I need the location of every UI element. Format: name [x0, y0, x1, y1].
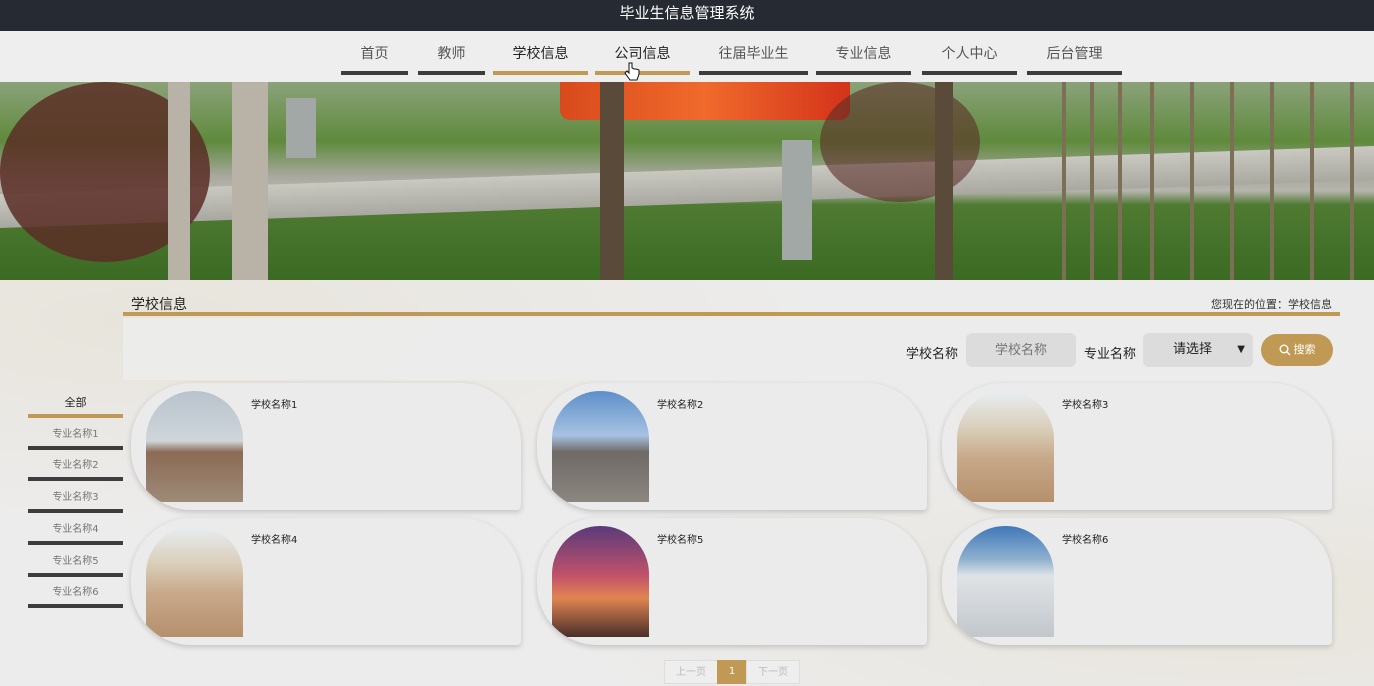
site-title: 毕业生信息管理系统 [619, 4, 755, 22]
nav-admin[interactable]: 后台管理 [1027, 31, 1122, 75]
search-button[interactable]: 搜索 [1261, 334, 1333, 366]
banner-trunk-4 [935, 82, 953, 280]
school-photo[interactable] [146, 526, 243, 637]
hero-banner [0, 82, 1374, 280]
banner-trunk-1 [168, 82, 190, 280]
school-name: 学校名称3 [1062, 400, 1109, 411]
school-photo[interactable] [957, 391, 1054, 502]
nav-major-info[interactable]: 专业信息 [816, 31, 911, 75]
hand-cursor-icon [624, 62, 640, 81]
banner-tree-right [820, 82, 980, 202]
banner-trunk-3 [600, 82, 624, 280]
school-card[interactable]: 学校名称4 [131, 518, 521, 645]
school-name: 学校名称5 [657, 535, 704, 546]
school-name: 学校名称1 [251, 400, 298, 411]
school-name: 学校名称4 [251, 535, 298, 546]
page-number-current[interactable]: 1 [717, 660, 747, 684]
school-card[interactable]: 学校名称2 [537, 383, 927, 510]
major-name-label: 专业名称 [1084, 347, 1137, 362]
nav-teacher[interactable]: 教师 [418, 31, 485, 75]
nav-past-graduates[interactable]: 往届毕业生 [699, 31, 808, 75]
school-name: 学校名称2 [657, 400, 704, 411]
school-name-label: 学校名称 [906, 347, 959, 362]
school-card[interactable]: 学校名称1 [131, 383, 521, 510]
school-name: 学校名称6 [1062, 535, 1109, 546]
category-item[interactable]: 专业名称3 [28, 489, 123, 514]
school-card[interactable]: 学校名称3 [942, 383, 1332, 510]
prev-page-button[interactable]: 上一页 [664, 660, 718, 684]
main-nav: 首页 教师 学校信息 公司信息 往届毕业生 专业信息 个人中心 后台管理 [0, 31, 1374, 82]
section-title-underline [123, 312, 1340, 316]
school-photo[interactable] [957, 526, 1054, 637]
nav-personal-center[interactable]: 个人中心 [922, 31, 1017, 75]
banner-trunk-2 [232, 82, 268, 280]
nav-home[interactable]: 首页 [341, 31, 408, 75]
school-card[interactable]: 学校名称5 [537, 518, 927, 645]
section-title: 学校信息 [131, 297, 187, 313]
category-all[interactable]: 全部 [28, 394, 123, 418]
school-photo[interactable] [552, 526, 649, 637]
next-page-button[interactable]: 下一页 [746, 660, 800, 684]
banner-lamp-post-1 [286, 98, 316, 158]
nav-school-info[interactable]: 学校信息 [493, 31, 588, 75]
major-select-value: 请选择 [1173, 342, 1213, 357]
banner-lamp-post-2 [782, 140, 812, 260]
category-item[interactable]: 专业名称1 [28, 426, 123, 450]
search-icon [1279, 344, 1290, 356]
chevron-down-icon: ▼ [1237, 344, 1245, 355]
site-title-bar: 毕业生信息管理系统 [0, 0, 1374, 31]
major-select[interactable]: 请选择 ▼ [1143, 333, 1253, 367]
school-photo[interactable] [146, 391, 243, 502]
breadcrumb-location: 您现在的位置：学校信息 [1211, 298, 1332, 311]
search-button-label: 搜索 [1293, 343, 1316, 356]
category-item[interactable]: 专业名称4 [28, 521, 123, 545]
category-item[interactable]: 专业名称6 [28, 584, 123, 609]
school-name-input[interactable] [966, 333, 1076, 367]
category-item[interactable]: 专业名称2 [28, 457, 123, 482]
school-photo[interactable] [552, 391, 649, 502]
banner-fence [1062, 82, 1066, 280]
nav-company-info[interactable]: 公司信息 [595, 31, 690, 75]
school-card[interactable]: 学校名称6 [942, 518, 1332, 645]
category-item[interactable]: 专业名称5 [28, 553, 123, 577]
